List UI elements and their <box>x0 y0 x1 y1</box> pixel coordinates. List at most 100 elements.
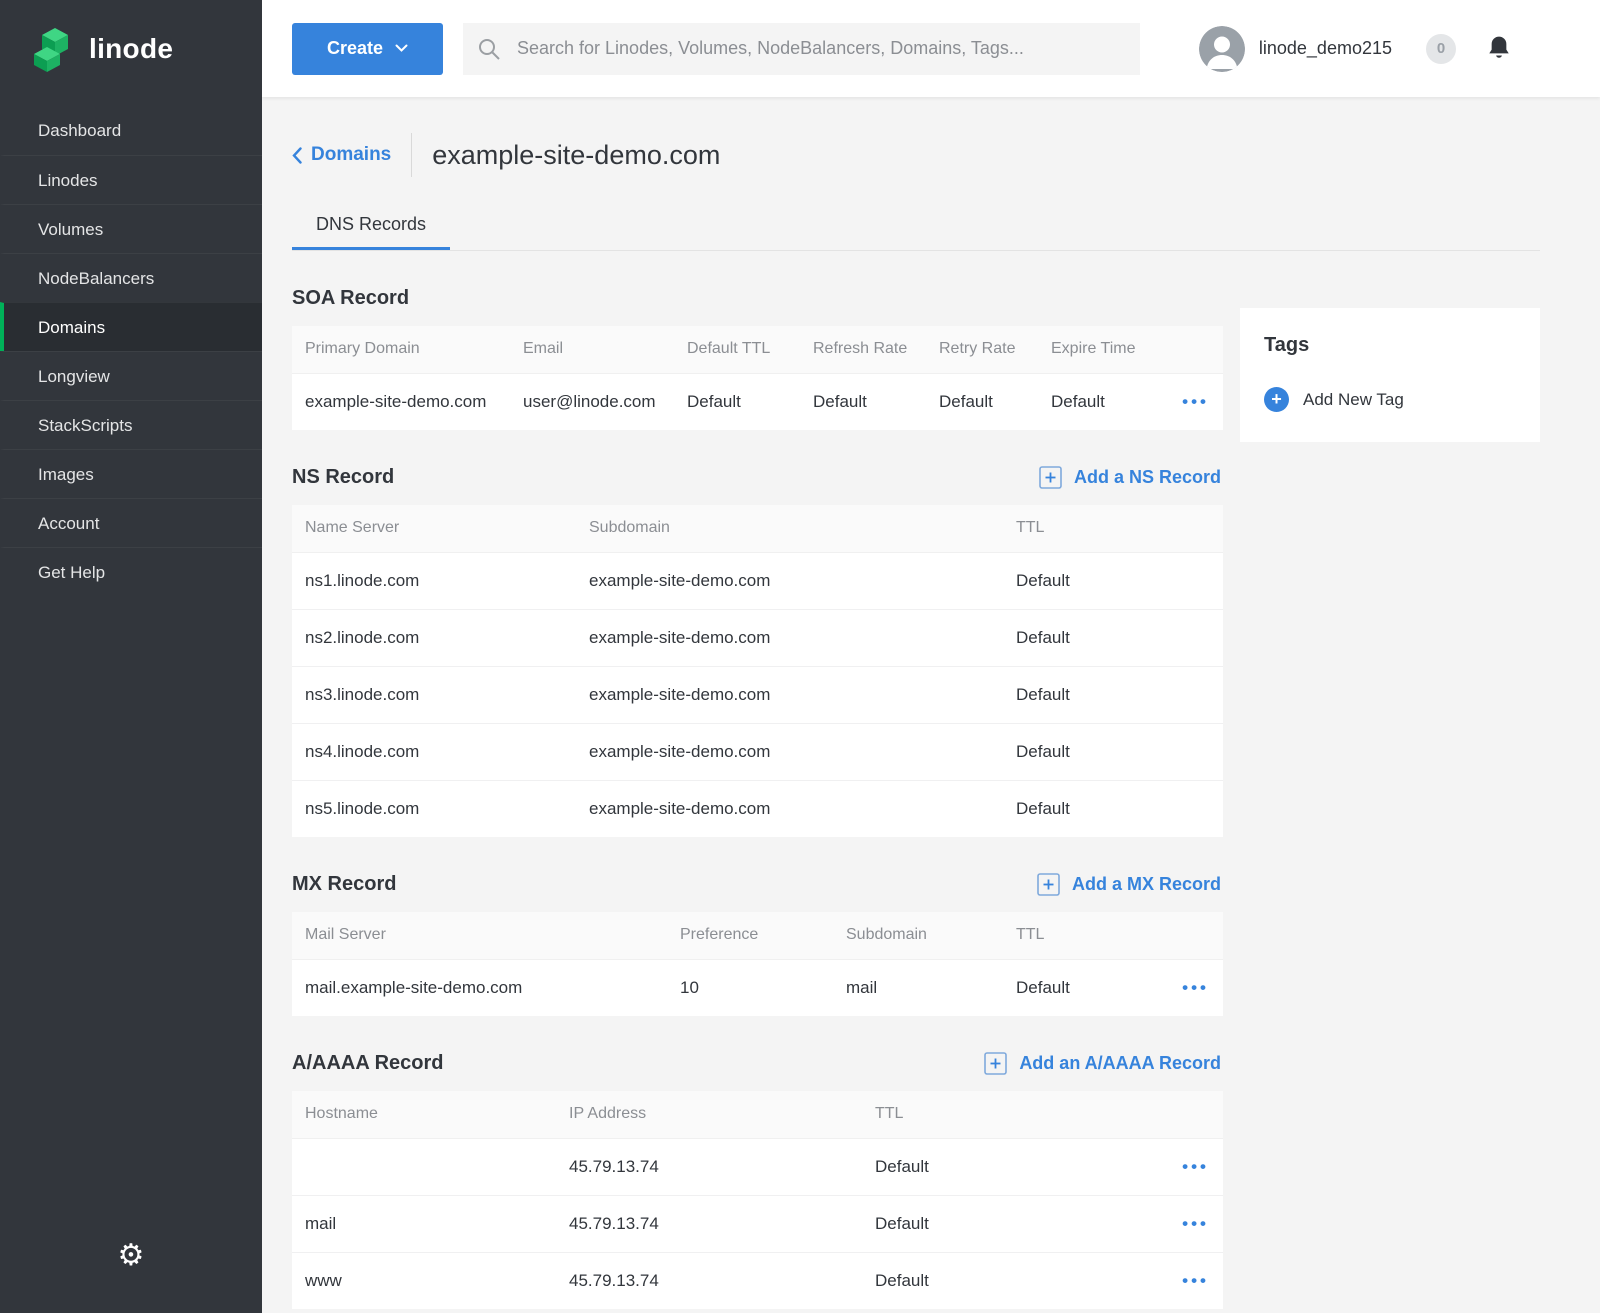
breadcrumb-domains-link[interactable]: Domains <box>292 144 391 166</box>
mx-section-header: MX Record Add a MX Record <box>292 873 1223 896</box>
cell-name-server: ns1.linode.com <box>292 552 576 609</box>
table-row: mail 45.79.13.74 Default ••• <box>292 1195 1223 1252</box>
cell-ttl: Default <box>1003 552 1223 609</box>
column-header-ttl: TTL <box>862 1091 1143 1138</box>
table-row: ns4.linode.com example-site-demo.com Def… <box>292 723 1223 780</box>
table-row: ns1.linode.com example-site-demo.com Def… <box>292 552 1223 609</box>
sidebar-nav: Dashboard Linodes Volumes NodeBalancers … <box>0 106 262 596</box>
search-input[interactable] <box>515 37 1126 60</box>
cell-hostname: www <box>292 1252 556 1309</box>
table-row: www 45.79.13.74 Default ••• <box>292 1252 1223 1309</box>
cell-hostname <box>292 1138 556 1195</box>
cell-mail-server: mail.example-site-demo.com <box>292 959 667 1016</box>
row-actions-ellipsis-icon[interactable]: ••• <box>1182 1267 1209 1295</box>
sidebar-item-linodes[interactable]: Linodes <box>0 155 262 204</box>
tags-panel: Tags + Add New Tag <box>1240 308 1540 442</box>
page-title: example-site-demo.com <box>432 140 720 171</box>
add-new-tag-button[interactable]: + Add New Tag <box>1264 387 1516 412</box>
cell-default-ttl: Default <box>674 373 800 430</box>
sidebar-item-get-help[interactable]: Get Help <box>0 547 262 596</box>
soa-section-header: SOA Record <box>292 287 1223 310</box>
table-header-row: Mail Server Preference Subdomain TTL <box>292 912 1223 959</box>
add-new-tag-label: Add New Tag <box>1303 390 1404 410</box>
row-actions-ellipsis-icon[interactable]: ••• <box>1182 974 1209 1002</box>
cell-subdomain: mail <box>833 959 1003 1016</box>
cell-refresh-rate: Default <box>800 373 926 430</box>
add-a-record-button[interactable]: Add an A/AAAA Record <box>984 1052 1223 1075</box>
cell-ttl: Default <box>862 1138 1143 1195</box>
column-header-default-ttl: Default TTL <box>674 326 800 373</box>
topbar: Create linode_demo215 0 <box>262 0 1600 97</box>
table-row: mail.example-site-demo.com 10 mail Defau… <box>292 959 1223 1016</box>
sidebar: linode Dashboard Linodes Volumes NodeBal… <box>0 0 262 1313</box>
breadcrumb-divider <box>411 133 412 177</box>
plus-square-icon <box>984 1052 1007 1075</box>
cell-name-server: ns2.linode.com <box>292 609 576 666</box>
table-header-row: Name Server Subdomain TTL <box>292 505 1223 552</box>
column-header-expire-time: Expire Time <box>1038 326 1150 373</box>
row-actions-ellipsis-icon[interactable]: ••• <box>1182 1153 1209 1181</box>
add-ns-record-button[interactable]: Add a NS Record <box>1039 466 1223 489</box>
breadcrumb-label: Domains <box>311 144 391 166</box>
table-header-row: Hostname IP Address TTL <box>292 1091 1223 1138</box>
column-header-ip-address: IP Address <box>556 1091 862 1138</box>
column-header-preference: Preference <box>667 912 833 959</box>
sidebar-item-dashboard[interactable]: Dashboard <box>0 106 262 155</box>
column-header-subdomain: Subdomain <box>576 505 1003 552</box>
cell-subdomain: example-site-demo.com <box>576 723 1003 780</box>
logo[interactable]: linode <box>0 0 262 72</box>
create-button[interactable]: Create <box>292 23 443 75</box>
sidebar-item-account[interactable]: Account <box>0 498 262 547</box>
plus-circle-icon: + <box>1264 387 1289 412</box>
table-row: 45.79.13.74 Default ••• <box>292 1138 1223 1195</box>
cell-ttl: Default <box>1003 780 1223 837</box>
row-actions-ellipsis-icon[interactable]: ••• <box>1182 1210 1209 1238</box>
cell-ttl: Default <box>1003 666 1223 723</box>
username[interactable]: linode_demo215 <box>1259 38 1392 59</box>
column-header-mail-server: Mail Server <box>292 912 667 959</box>
cell-ttl: Default <box>862 1195 1143 1252</box>
sidebar-item-longview[interactable]: Longview <box>0 351 262 400</box>
cell-name-server: ns3.linode.com <box>292 666 576 723</box>
ns-section-header: NS Record Add a NS Record <box>292 466 1223 489</box>
cell-name-server: ns5.linode.com <box>292 780 576 837</box>
cell-expire-time: Default <box>1038 373 1150 430</box>
ns-record-table: Name Server Subdomain TTL ns1.linode.com… <box>292 505 1223 837</box>
column-header-name-server: Name Server <box>292 505 576 552</box>
column-header-actions <box>1143 1091 1223 1138</box>
sidebar-item-nodebalancers[interactable]: NodeBalancers <box>0 253 262 302</box>
row-actions-ellipsis-icon[interactable]: ••• <box>1182 388 1209 416</box>
plus-square-icon <box>1037 873 1060 896</box>
cell-name-server: ns4.linode.com <box>292 723 576 780</box>
cell-ttl: Default <box>1003 959 1143 1016</box>
add-mx-record-label: Add a MX Record <box>1072 874 1221 895</box>
table-row: ns2.linode.com example-site-demo.com Def… <box>292 609 1223 666</box>
column-header-actions <box>1143 912 1223 959</box>
a-section-header: A/AAAA Record Add an A/AAAA Record <box>292 1052 1223 1075</box>
column-header-ttl: TTL <box>1003 505 1223 552</box>
bell-icon[interactable] <box>1486 35 1512 62</box>
tab-bar: DNS Records <box>292 202 1540 251</box>
create-button-label: Create <box>327 38 383 59</box>
add-mx-record-button[interactable]: Add a MX Record <box>1037 873 1223 896</box>
column-header-email: Email <box>510 326 674 373</box>
tab-dns-records[interactable]: DNS Records <box>292 202 450 250</box>
cell-subdomain: example-site-demo.com <box>576 609 1003 666</box>
cell-subdomain: example-site-demo.com <box>576 552 1003 609</box>
sidebar-item-images[interactable]: Images <box>0 449 262 498</box>
a-record-table: Hostname IP Address TTL 45.79.13.74 Defa… <box>292 1091 1223 1309</box>
settings-gear-icon[interactable]: ⚙ <box>0 1241 262 1271</box>
search-bar[interactable] <box>463 23 1140 75</box>
sidebar-item-volumes[interactable]: Volumes <box>0 204 262 253</box>
add-ns-record-label: Add a NS Record <box>1074 467 1221 488</box>
chevron-left-icon <box>292 147 302 164</box>
notification-count-badge[interactable]: 0 <box>1426 34 1456 64</box>
table-row: example-site-demo.com user@linode.com De… <box>292 373 1223 430</box>
tags-title: Tags <box>1264 334 1516 357</box>
column-header-retry-rate: Retry Rate <box>926 326 1038 373</box>
user-icon <box>1199 26 1245 72</box>
sidebar-item-stackscripts[interactable]: StackScripts <box>0 400 262 449</box>
avatar[interactable] <box>1199 26 1245 72</box>
sidebar-item-domains[interactable]: Domains <box>0 302 262 351</box>
cell-preference: 10 <box>667 959 833 1016</box>
